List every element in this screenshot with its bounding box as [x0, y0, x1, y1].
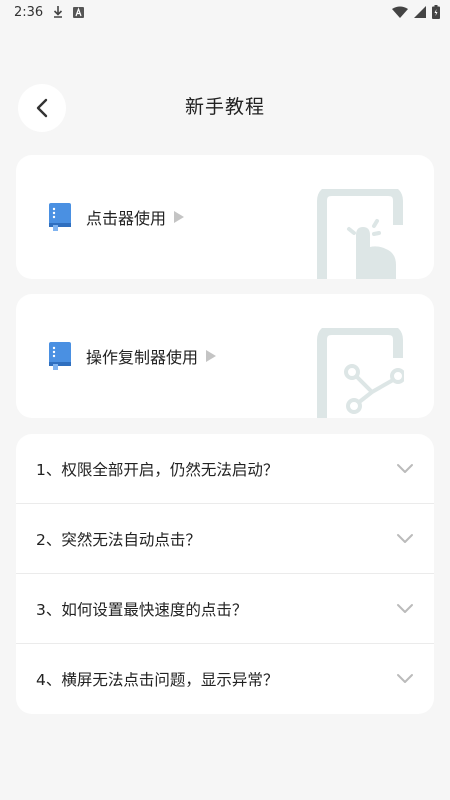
card-label: 点击器使用	[86, 209, 167, 228]
play-icon	[206, 350, 217, 362]
page-title: 新手教程	[184, 96, 265, 118]
faq-item-3[interactable]: 3、如何设置最快速度的点击？	[16, 574, 434, 644]
faq-question: 2、突然无法自动点击？	[36, 530, 201, 549]
tutorial-card-copier[interactable]: 操作复制器使用	[16, 294, 434, 418]
battery-icon	[432, 5, 440, 19]
faq-question: 3、如何设置最快速度的点击？	[36, 600, 248, 619]
chevron-down-icon	[397, 674, 413, 683]
status-time: 2:36	[14, 4, 44, 20]
share-nodes-icon	[317, 328, 404, 418]
faq-question: 1、权限全部开启，仍然无法启动？	[36, 460, 279, 479]
card-label-row: 操作复制器使用	[48, 342, 217, 370]
tap-hand-icon	[317, 189, 403, 279]
chevron-down-icon	[397, 463, 413, 473]
faq-item-1[interactable]: 1、权限全部开启，仍然无法启动？	[16, 434, 434, 504]
card-label-row: 点击器使用	[48, 203, 185, 231]
signal-icon	[414, 6, 426, 18]
faq-list: 1、权限全部开启，仍然无法启动？ 2、突然无法自动点击？ 3、如何设置最快速度的…	[16, 434, 434, 714]
status-bar: 2:36	[0, 0, 450, 24]
wifi-icon	[392, 6, 408, 18]
faq-item-2[interactable]: 2、突然无法自动点击？	[16, 504, 434, 574]
download-icon	[54, 6, 63, 18]
faq-item-4[interactable]: 4、横屏无法点击问题，显示异常？	[16, 644, 434, 714]
faq-question: 4、横屏无法点击问题，显示异常？	[36, 671, 279, 689]
chevron-down-icon	[397, 533, 413, 543]
tutorial-card-clicker[interactable]: 点击器使用	[16, 155, 434, 279]
a-badge-icon	[73, 6, 85, 18]
play-icon	[174, 211, 185, 223]
book-icon	[49, 342, 71, 370]
book-icon	[49, 203, 71, 231]
chevron-down-icon	[397, 603, 413, 613]
card-label: 操作复制器使用	[86, 348, 199, 367]
header: 新手教程	[0, 84, 450, 132]
